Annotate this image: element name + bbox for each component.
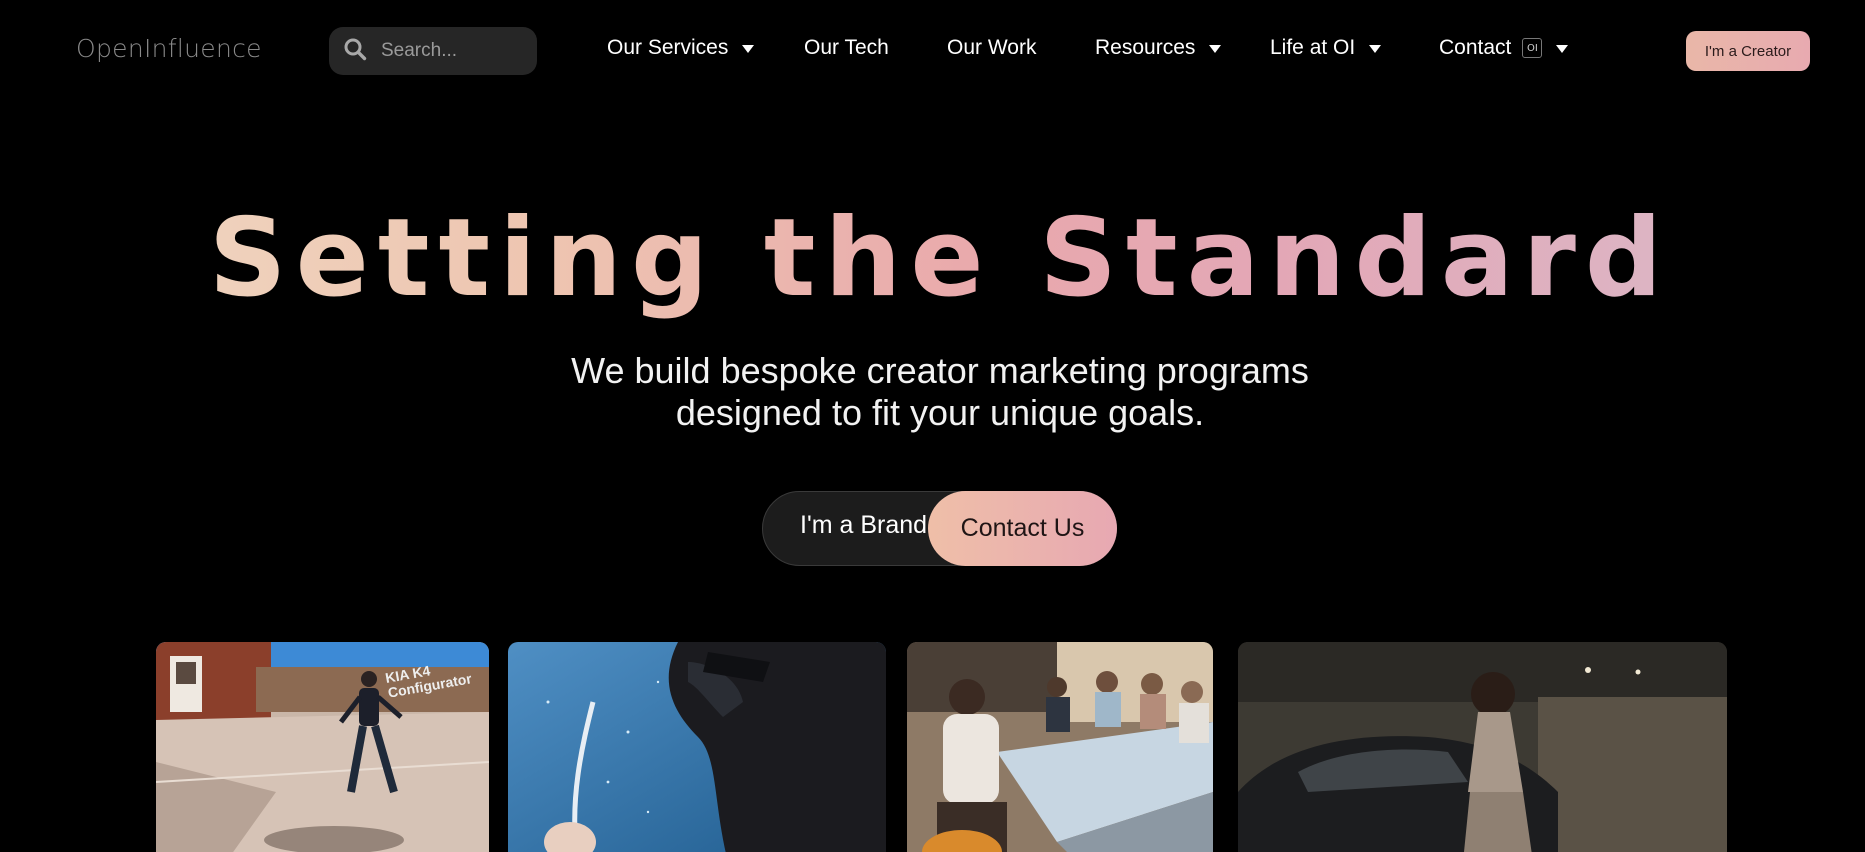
- hero-subtitle-line2: designed to fit your unique goals.: [675, 392, 1205, 433]
- nav-label: Resources: [1095, 36, 1196, 59]
- nav-label: Our Tech: [804, 36, 889, 59]
- im-a-brand-button[interactable]: I'm a Brand: [800, 511, 927, 540]
- nav-label: Our Work: [947, 36, 1037, 59]
- oi-badge-icon: OI: [1522, 38, 1543, 58]
- dinner-scene-image: [907, 642, 1213, 852]
- underwater-scene-image: [508, 642, 886, 852]
- car-scene-image: [1238, 642, 1727, 852]
- gallery-card-street[interactable]: KIA K4 Configurator: [156, 642, 489, 852]
- site-logo[interactable]: OpenInfluence: [76, 34, 262, 63]
- nav-our-tech[interactable]: Our Tech: [804, 36, 889, 60]
- nav-our-work[interactable]: Our Work: [947, 36, 1036, 60]
- chevron-down-icon: [742, 45, 755, 53]
- nav-life-at-oi[interactable]: Life at OI: [1270, 36, 1382, 60]
- nav-label: Life at OI: [1270, 36, 1356, 59]
- nav-label: Contact: [1439, 36, 1512, 59]
- chevron-down-icon: [1209, 45, 1222, 53]
- chevron-down-icon: [1556, 45, 1569, 53]
- hero-title: Setting the Standard: [0, 196, 1865, 321]
- im-a-creator-button[interactable]: I'm a Creator: [1686, 31, 1810, 71]
- nav-contact[interactable]: Contact OI: [1439, 36, 1569, 60]
- nav-our-services[interactable]: Our Services: [607, 36, 755, 60]
- nav-label: Our Services: [607, 36, 729, 59]
- gallery-card-dinner[interactable]: [907, 642, 1213, 852]
- hero-subtitle-line1: We build bespoke creator marketing progr…: [571, 350, 1309, 391]
- search-box[interactable]: [329, 27, 537, 75]
- chevron-down-icon: [1369, 45, 1382, 53]
- contact-us-button[interactable]: Contact Us: [928, 491, 1117, 566]
- gallery-card-underwater[interactable]: [508, 642, 886, 852]
- search-input[interactable]: [381, 40, 521, 62]
- search-icon: [343, 37, 367, 66]
- nav-resources[interactable]: Resources: [1095, 36, 1222, 60]
- gallery-card-car[interactable]: [1238, 642, 1727, 852]
